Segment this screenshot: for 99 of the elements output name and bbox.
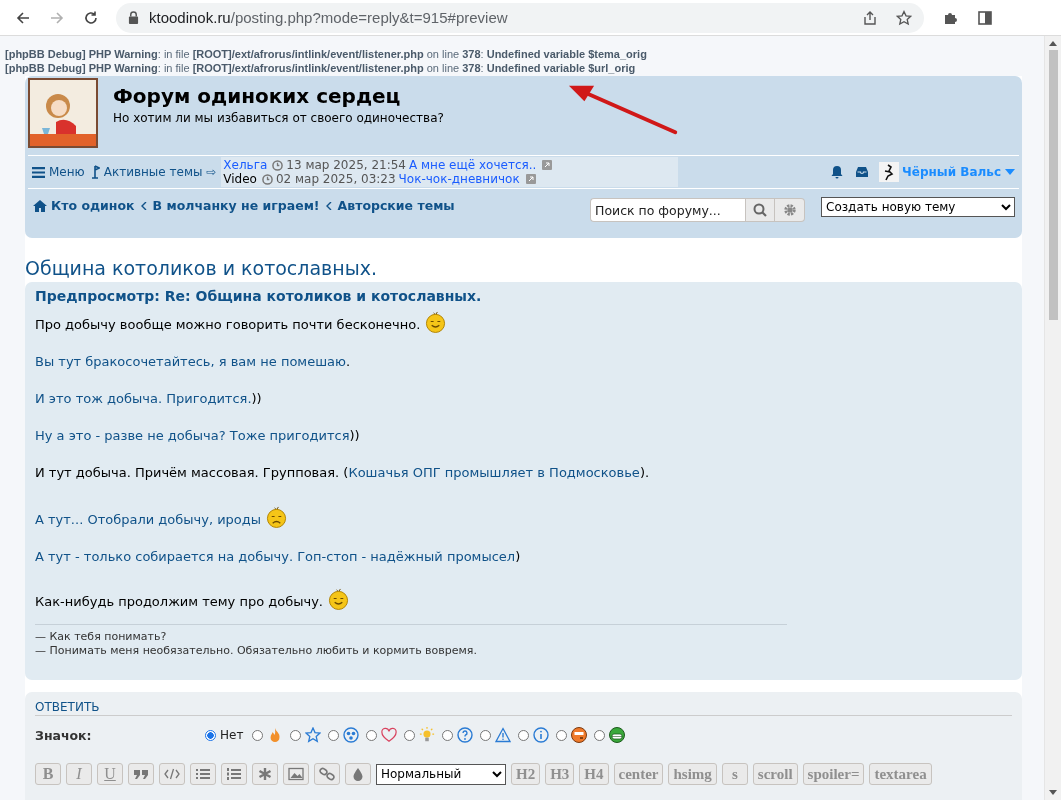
breadcrumb-link[interactable]: Кто одинок bbox=[51, 198, 135, 213]
signature-line: — Понимать меня необязательно. Обязательно любить и кормить вовремя. bbox=[35, 644, 478, 658]
ordered-list-button[interactable] bbox=[221, 763, 247, 785]
list-icon bbox=[195, 767, 211, 781]
warning-icon bbox=[495, 727, 512, 743]
post-text: Про добычу вообще можно говорить почти бесконечно. bbox=[35, 317, 421, 332]
star-outline-icon bbox=[305, 727, 322, 743]
breadcrumb-link[interactable]: Авторские темы bbox=[337, 198, 455, 213]
quote-icon bbox=[133, 767, 149, 781]
site-title[interactable]: Форум одиноких сердец bbox=[113, 84, 444, 108]
author-link[interactable]: Хельга bbox=[223, 158, 268, 172]
post-text: . bbox=[345, 354, 351, 369]
info-icon bbox=[533, 727, 550, 743]
search-button[interactable] bbox=[745, 198, 775, 222]
radio-button[interactable] bbox=[205, 729, 216, 741]
post-time: 02 мар 2025, 03:23 bbox=[275, 172, 396, 186]
debug-warning: [phpBB Debug] PHP Warning: in file [ROOT]/ext/afrorus/intlink/event/listener.php on line 378: Undefined variable $url_orig bbox=[5, 61, 637, 75]
radio-label: Нет bbox=[220, 728, 244, 742]
post-text: ) bbox=[515, 549, 521, 564]
post-link[interactable]: И это тож добыча. Пригодится. bbox=[35, 391, 252, 406]
radio-button[interactable] bbox=[556, 729, 568, 741]
post-text: ). bbox=[639, 465, 650, 480]
radio-button[interactable] bbox=[366, 729, 378, 741]
lightbulb-icon bbox=[419, 727, 436, 743]
signature-line: — Как тебя понимать? bbox=[35, 630, 168, 644]
search-field[interactable]: Поиск по форуму... bbox=[590, 198, 745, 222]
radio-button[interactable] bbox=[480, 729, 492, 741]
post-link[interactable]: Кошачья ОПГ промышляет в Подмосковье bbox=[348, 465, 640, 480]
topic-link[interactable]: А мне ещё хочется.. bbox=[409, 158, 537, 172]
post-text: Как-нибудь продолжим тему про добычу. bbox=[35, 594, 323, 609]
asterisk-icon bbox=[257, 767, 273, 781]
chevron-icon bbox=[140, 201, 147, 210]
post-text: )) bbox=[251, 391, 262, 406]
drop-button[interactable] bbox=[345, 763, 371, 785]
active-topics-link[interactable]: Активные темы ⇨ bbox=[91, 165, 217, 179]
scrollbar[interactable] bbox=[1044, 36, 1061, 800]
post-link[interactable]: А тут - только собирается на добычу. Гоп-стоп - надёжный промысел bbox=[35, 549, 516, 564]
font-size-select[interactable]: Нормальный bbox=[376, 763, 506, 785]
radio-button[interactable] bbox=[252, 729, 264, 741]
chevron-icon bbox=[325, 201, 332, 210]
image-button[interactable] bbox=[283, 763, 309, 785]
caret-icon[interactable] bbox=[1005, 169, 1015, 175]
reply-heading: ОТВЕТИТЬ bbox=[35, 700, 1012, 716]
list-button[interactable] bbox=[190, 763, 216, 785]
heart-icon bbox=[381, 727, 398, 743]
asterisk-button[interactable] bbox=[252, 763, 278, 785]
breadcrumb-link[interactable]: В молчанку не играем! bbox=[152, 198, 320, 213]
post-link[interactable]: Вы тут бракосочетайтесь, я вам не помешаю bbox=[35, 354, 346, 369]
radio-button[interactable] bbox=[518, 729, 530, 741]
link-icon bbox=[319, 767, 335, 781]
code-button[interactable] bbox=[159, 763, 185, 785]
scroll-down-icon[interactable] bbox=[1049, 790, 1057, 795]
radio-button[interactable] bbox=[594, 729, 606, 741]
radio-button[interactable] bbox=[404, 729, 416, 741]
post-link[interactable]: А тут... Отобрали добычу, ироды bbox=[35, 512, 262, 527]
ordered-list-icon bbox=[226, 767, 242, 781]
menu-link[interactable]: Меню bbox=[32, 165, 85, 179]
advanced-search-button[interactable] bbox=[775, 198, 805, 222]
link-button[interactable] bbox=[314, 763, 340, 785]
scroll-up-icon[interactable] bbox=[1049, 41, 1057, 46]
question-icon bbox=[457, 727, 474, 743]
inbox-icon[interactable] bbox=[855, 166, 870, 178]
topic-title[interactable]: Община котоликов и котославных. bbox=[25, 255, 1022, 282]
post-time: 13 мар 2025, 21:54 bbox=[286, 158, 406, 172]
radio-button[interactable] bbox=[290, 729, 302, 741]
quote-button[interactable] bbox=[128, 763, 154, 785]
url-host: ktoodinok.ru bbox=[149, 9, 231, 26]
gear-icon bbox=[782, 203, 797, 217]
author-link[interactable]: Video bbox=[223, 172, 257, 186]
debug-warning: [phpBB Debug] PHP Warning: in file [ROOT]/ext/afrorus/intlink/event/listener.php on line 378: Undefined variable $tema_orig bbox=[5, 47, 648, 61]
url-path: /posting.php?mode=reply&t=915#preview bbox=[230, 9, 509, 26]
preview-title: Предпросмотр: Re: Община котоликов и котославных. bbox=[35, 288, 483, 304]
logo-drawing[interactable] bbox=[28, 78, 98, 148]
clock-icon bbox=[261, 173, 273, 185]
image-icon bbox=[288, 767, 304, 781]
lock-icon bbox=[128, 11, 139, 24]
radio-button[interactable] bbox=[442, 729, 454, 741]
post-text: И тут добыча. Причём массовая. Групповая. ( bbox=[35, 465, 349, 480]
external-link-icon[interactable] bbox=[542, 160, 553, 170]
home-icon[interactable] bbox=[33, 199, 47, 212]
clock-icon bbox=[272, 159, 284, 171]
icon-label: Значок: bbox=[35, 727, 93, 743]
external-link-icon[interactable] bbox=[525, 174, 536, 184]
code-icon bbox=[164, 767, 180, 781]
post-text: )) bbox=[349, 428, 360, 443]
radio-button[interactable] bbox=[328, 729, 340, 741]
search-icon bbox=[753, 203, 767, 217]
site-description: Но хотим ли мы избавиться от своего одиночества? bbox=[113, 111, 444, 125]
topic-link[interactable]: Чок-чок-дневничок bbox=[398, 172, 520, 186]
scrollbar-thumb[interactable] bbox=[1048, 50, 1058, 320]
share-icon[interactable] bbox=[862, 9, 878, 26]
address-bar[interactable]: ktoodinok.ru/posting.php?mode=reply&t=915#preview bbox=[116, 2, 924, 33]
post-link[interactable]: Ну а это - разве не добыча? Тоже пригодится bbox=[35, 428, 350, 443]
bell-icon[interactable] bbox=[830, 165, 845, 179]
flag-icon bbox=[91, 165, 100, 179]
menu-icon bbox=[32, 166, 45, 178]
avatar-drawing[interactable] bbox=[879, 162, 900, 182]
star-icon[interactable] bbox=[896, 9, 912, 26]
new-topic-select[interactable]: Создать новую тему bbox=[821, 197, 1015, 217]
